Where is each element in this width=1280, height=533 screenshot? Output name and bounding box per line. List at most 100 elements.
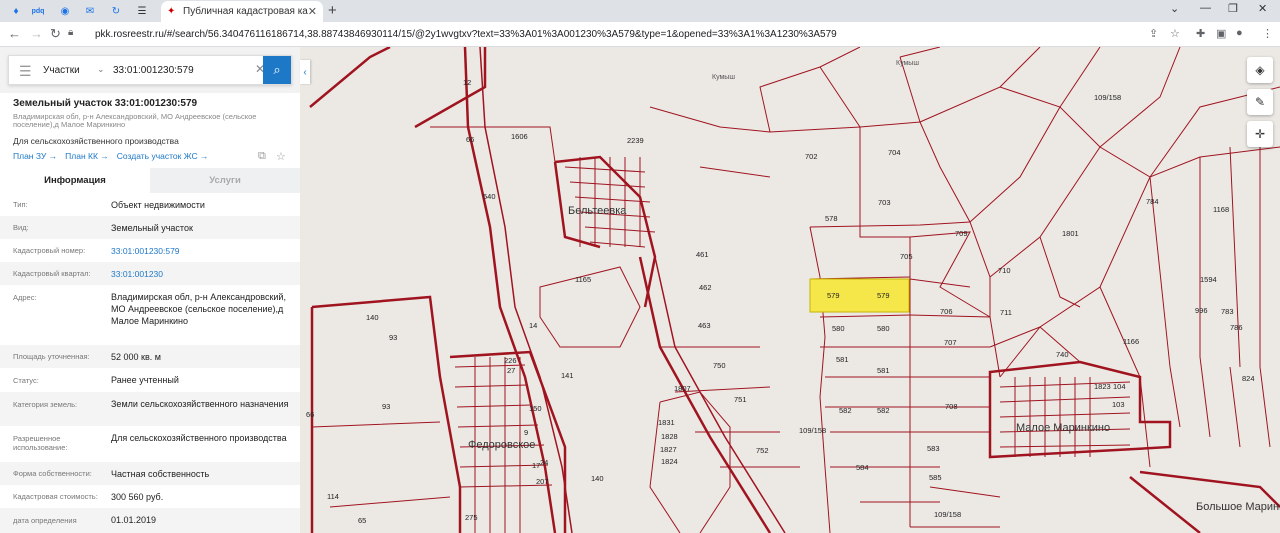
sidebar-icon[interactable]: ▣ [1216, 27, 1226, 40]
parcel-label[interactable]: 585 [929, 473, 942, 482]
locate-icon[interactable]: ✛ [1247, 121, 1273, 147]
parcel-label[interactable]: 1831 [658, 418, 675, 427]
parcel-label[interactable]: 2239 [627, 136, 644, 145]
minimize-button[interactable]: — [1200, 2, 1211, 14]
parcel-label[interactable]: 583 [927, 444, 940, 453]
address-bar[interactable]: pkk.rosreestr.ru/#/search/56.34047611618… [95, 26, 1155, 43]
ruler-icon[interactable]: ✎ [1247, 89, 1273, 115]
share-icon[interactable]: ⇪ [1149, 27, 1158, 40]
chevron-down-icon[interactable]: ⌄ [97, 64, 105, 75]
parcel-label[interactable]: 704 [888, 148, 901, 157]
search-input[interactable] [113, 62, 253, 78]
parcel-label[interactable]: 12 [463, 78, 471, 87]
plan-zu-link[interactable]: План ЗУ → [13, 151, 57, 161]
parcel-label[interactable]: 579 [827, 291, 840, 300]
pinned-tab-sync-icon[interactable]: ↻ [106, 2, 126, 20]
cadastral-number-link[interactable]: 33:01:001230:579 [111, 245, 291, 257]
parcel-label[interactable]: 150 [529, 404, 542, 413]
parcel-label[interactable]: 1606 [511, 132, 528, 141]
parcel-label[interactable]: 24 [540, 458, 548, 467]
parcel-label[interactable]: 275 [465, 513, 478, 522]
parcel-label[interactable]: 1823 [1094, 382, 1111, 391]
close-tab-icon[interactable]: ✕ [308, 5, 317, 18]
restore-button[interactable]: ❐ [1228, 2, 1238, 15]
parcel-label[interactable]: 461 [696, 250, 709, 259]
parcel-label[interactable]: 462 [699, 283, 712, 292]
pinned-tab-menu-icon[interactable]: ☰ [132, 2, 152, 20]
forward-button[interactable]: → [30, 26, 43, 41]
plan-kk-link[interactable]: План КК → [65, 151, 109, 161]
parcel-label[interactable]: 226 [504, 356, 517, 365]
parcel-label[interactable]: 702 [805, 152, 818, 161]
parcel-label[interactable]: 752 [756, 446, 769, 455]
close-window-button[interactable]: ✕ [1258, 2, 1267, 15]
reload-button[interactable]: ↻ [50, 26, 61, 42]
pinned-tab-mail-icon[interactable]: ✉ [80, 2, 100, 20]
parcel-label[interactable]: 140 [591, 474, 604, 483]
parcel-label[interactable]: 1168 [1213, 205, 1229, 214]
parcel-label[interactable]: 114 [327, 492, 339, 501]
parcel-label[interactable]: 207 [536, 477, 549, 486]
parcel-label[interactable]: 66 [306, 410, 314, 419]
tab-search-icon[interactable]: ⌄ [1170, 2, 1179, 15]
menu-icon[interactable]: ☰ [19, 63, 32, 80]
copy-icon[interactable]: ⧉ [258, 150, 266, 163]
parcel-label[interactable]: 109/158 [934, 510, 961, 519]
parcel-label[interactable]: 783 [1221, 307, 1234, 316]
parcel-label[interactable]: 65 [358, 516, 366, 525]
parcel-label[interactable]: 578 [825, 214, 838, 223]
parcel-label[interactable]: 707 [944, 338, 957, 347]
cadastral-quarter-link[interactable]: 33:01:001230 [111, 268, 291, 280]
map-canvas[interactable]: 7027047035787057097101801784116878515947… [300, 47, 1280, 533]
parcel-label[interactable]: 706 [940, 307, 953, 316]
parcel-label[interactable]: 9 [524, 428, 528, 437]
profile-avatar-icon[interactable]: ● [1236, 27, 1243, 39]
search-button[interactable]: ⌕ [263, 56, 291, 84]
pinned-tab-rdq-icon[interactable]: pdq [28, 2, 48, 20]
parcel-label[interactable]: 93 [382, 402, 390, 411]
parcel-label[interactable]: 708 [945, 402, 958, 411]
parcel-label[interactable]: 1165 [575, 275, 591, 284]
parcel-label[interactable]: 996 [1195, 306, 1208, 315]
selected-parcel-579[interactable] [809, 278, 910, 313]
parcel-label[interactable]: 104 [1113, 382, 1126, 391]
parcel-label[interactable]: 93 [389, 333, 397, 342]
parcel-label[interactable]: 703 [878, 198, 891, 207]
collapse-panel-button[interactable]: ‹ [300, 60, 310, 84]
bookmark-star-icon[interactable]: ☆ [1170, 27, 1180, 40]
parcel-label[interactable]: 709 [955, 229, 968, 238]
parcel-label[interactable]: 1166 [1123, 337, 1139, 346]
parcel-label[interactable]: 540 [483, 192, 496, 201]
parcel-label[interactable]: 705 [900, 252, 913, 261]
extensions-icon[interactable]: ✚ [1196, 27, 1205, 40]
parcel-label[interactable]: 750 [713, 361, 726, 370]
parcel-label[interactable]: 1824 [661, 457, 678, 466]
parcel-label[interactable]: 1801 [1062, 229, 1079, 238]
browser-menu-icon[interactable]: ⋮ [1262, 27, 1273, 40]
create-parcel-link[interactable]: Создать участок ЖС → [117, 151, 209, 161]
parcel-label[interactable]: 109/158 [1094, 93, 1121, 102]
parcel-label[interactable]: 786 [1230, 323, 1243, 332]
parcel-label[interactable]: 824 [1242, 374, 1255, 383]
parcel-label[interactable]: 740 [1056, 350, 1069, 359]
parcel-label[interactable]: 1827 [660, 445, 677, 454]
parcel-label[interactable]: 784 [1146, 197, 1159, 206]
parcel-label[interactable]: 582 [877, 406, 890, 415]
parcel-label[interactable]: 141 [561, 371, 574, 380]
parcel-label[interactable]: 711 [1000, 308, 1012, 317]
pinned-tab-icon[interactable]: ♦ [6, 2, 26, 20]
tab-services[interactable]: Услуги [150, 168, 300, 193]
parcel-label[interactable]: 579 [877, 291, 890, 300]
layers-icon[interactable]: ◈ [1247, 57, 1273, 83]
parcel-label[interactable]: 584 [856, 463, 869, 472]
parcel-label[interactable]: 17 [532, 461, 540, 470]
parcel-label[interactable]: 1594 [1200, 275, 1217, 284]
parcel-label[interactable]: 582 [839, 406, 852, 415]
tab-info[interactable]: Информация [0, 168, 150, 193]
parcel-label[interactable]: 66 [466, 135, 474, 144]
parcel-label[interactable]: 581 [836, 355, 849, 364]
parcel-label[interactable]: 580 [877, 324, 890, 333]
parcel-label[interactable]: 109/158 [799, 426, 826, 435]
back-button[interactable]: ← [8, 26, 21, 41]
parcel-label[interactable]: 580 [832, 324, 845, 333]
